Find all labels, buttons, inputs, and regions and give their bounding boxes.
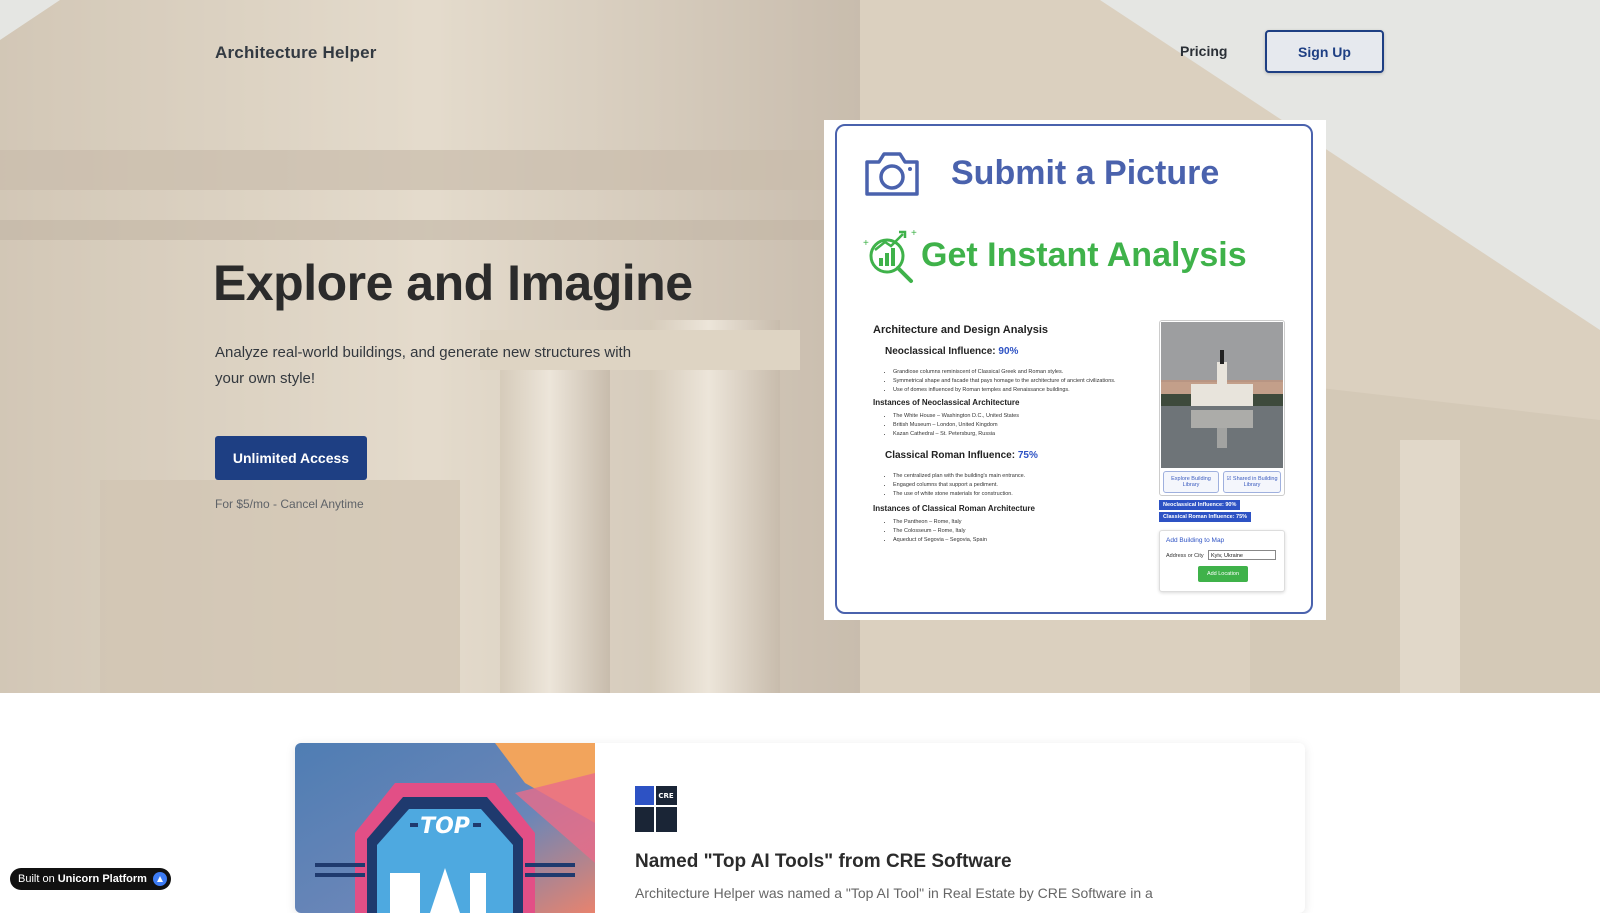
neo-influence-tag: Neoclassical Influence: 90%: [1159, 500, 1241, 510]
nav-link-pricing[interactable]: Pricing: [1180, 43, 1227, 59]
building-photo: [1161, 322, 1283, 468]
award-feature-card: TOP CRE Named "Top AI Tools" from CRE So…: [295, 743, 1305, 913]
brand-logo-text[interactable]: Architecture Helper: [215, 43, 377, 63]
instant-analysis-heading: Get Instant Analysis: [921, 236, 1247, 274]
analysis-chart-icon: + +: [863, 228, 917, 283]
map-card-title: Add Building to Map: [1166, 537, 1225, 544]
svg-text:+: +: [863, 238, 869, 249]
cre-logo-icon: CRE: [635, 786, 677, 832]
shared-in-library-button: ☑ Shared in Building Library: [1223, 471, 1281, 493]
roman-influence-label: Classical Roman Influence:: [885, 450, 1018, 461]
roman-points-list: The centralized plan with the building's…: [879, 472, 1025, 499]
badge-prefix: Built on: [18, 873, 55, 885]
list-item: The use of white stone materials for con…: [893, 490, 1025, 499]
list-item: Symmetrical shape and facade that pays h…: [893, 377, 1116, 386]
map-address-label: Address or City: [1166, 553, 1204, 559]
doc-title: Architecture and Design Analysis: [873, 324, 1049, 336]
list-item: Aqueduct of Segovia – Segovia, Spain: [893, 536, 987, 545]
top-ai-badge-image: TOP: [295, 743, 595, 913]
unicorn-icon: [152, 872, 167, 886]
neo-instances-list: The White House – Washington D.C., Unite…: [879, 412, 1019, 439]
list-item: Use of domes influenced by Roman temples…: [893, 386, 1116, 395]
sign-up-button[interactable]: Sign Up: [1265, 30, 1384, 73]
neo-points-list: Grandiose columns reminiscent of Classic…: [879, 368, 1116, 395]
list-item: The Pantheon – Rome, Italy: [893, 518, 987, 527]
badge-top-text: TOP: [420, 814, 470, 839]
map-address-input: Kyiv, Ukraine: [1208, 550, 1276, 560]
built-on-unicorn-badge[interactable]: Built on Unicorn Platform: [10, 868, 171, 890]
list-item: Engaged columns that support a pediment.: [893, 481, 1025, 490]
list-item: The centralized plan with the building's…: [893, 472, 1025, 481]
neo-influence-value: 90%: [998, 346, 1019, 357]
neo-instances-heading: Instances of Neoclassical Architecture: [873, 398, 1020, 407]
badge-platform-name: Unicorn Platform: [57, 873, 147, 885]
feature-text: Architecture Helper was named a "Top AI …: [635, 885, 1153, 901]
list-item: British Museum – London, United Kingdom: [893, 421, 1019, 430]
list-item: Grandiose columns reminiscent of Classic…: [893, 368, 1116, 377]
svg-text:+: +: [911, 228, 917, 239]
cre-logo-text: CRE: [658, 792, 674, 800]
top-navbar: Architecture Helper Pricing Sign Up: [0, 0, 1600, 100]
preview-image-card: Submit a Picture + + Get Instant Analysi…: [824, 120, 1326, 620]
neo-influence-heading: Neoclassical Influence: 90%: [885, 346, 1018, 357]
building-photo-card: Explore Building Library ☑ Shared in Bui…: [1159, 320, 1285, 496]
add-location-button: Add Location: [1198, 566, 1248, 582]
price-note: For $5/mo - Cancel Anytime: [215, 497, 364, 511]
list-item: The Colosseum – Rome, Italy: [893, 527, 987, 536]
analysis-document: Architecture and Design Analysis Neoclas…: [863, 316, 1303, 606]
preview-frame: Submit a Picture + + Get Instant Analysi…: [835, 124, 1313, 614]
hero-section: Architecture Helper Pricing Sign Up Expl…: [0, 0, 1600, 693]
roman-instances-list: The Pantheon – Rome, Italy The Colosseum…: [879, 518, 987, 545]
add-to-map-card: Add Building to Map Address or City Kyiv…: [1159, 530, 1285, 592]
roman-instances-heading: Instances of Classical Roman Architectur…: [873, 504, 1035, 513]
hero-subtitle: Analyze real-world buildings, and genera…: [215, 344, 632, 387]
neo-influence-label: Neoclassical Influence:: [885, 346, 999, 357]
list-item: Kazan Cathedral – St. Petersburg, Russia: [893, 430, 1019, 439]
explore-building-library-button: Explore Building Library: [1163, 471, 1219, 493]
list-item: The White House – Washington D.C., Unite…: [893, 412, 1019, 421]
roman-influence-tag: Classical Roman Influence: 75%: [1159, 512, 1252, 522]
unlimited-access-button[interactable]: Unlimited Access: [215, 436, 367, 480]
submit-picture-heading: Submit a Picture: [951, 154, 1220, 192]
feature-title: Named "Top AI Tools" from CRE Software: [635, 851, 1012, 872]
hero-title: Explore and Imagine: [213, 255, 693, 311]
camera-icon: [865, 152, 919, 196]
roman-influence-heading: Classical Roman Influence: 75%: [885, 450, 1038, 461]
roman-influence-value: 75%: [1017, 450, 1038, 461]
